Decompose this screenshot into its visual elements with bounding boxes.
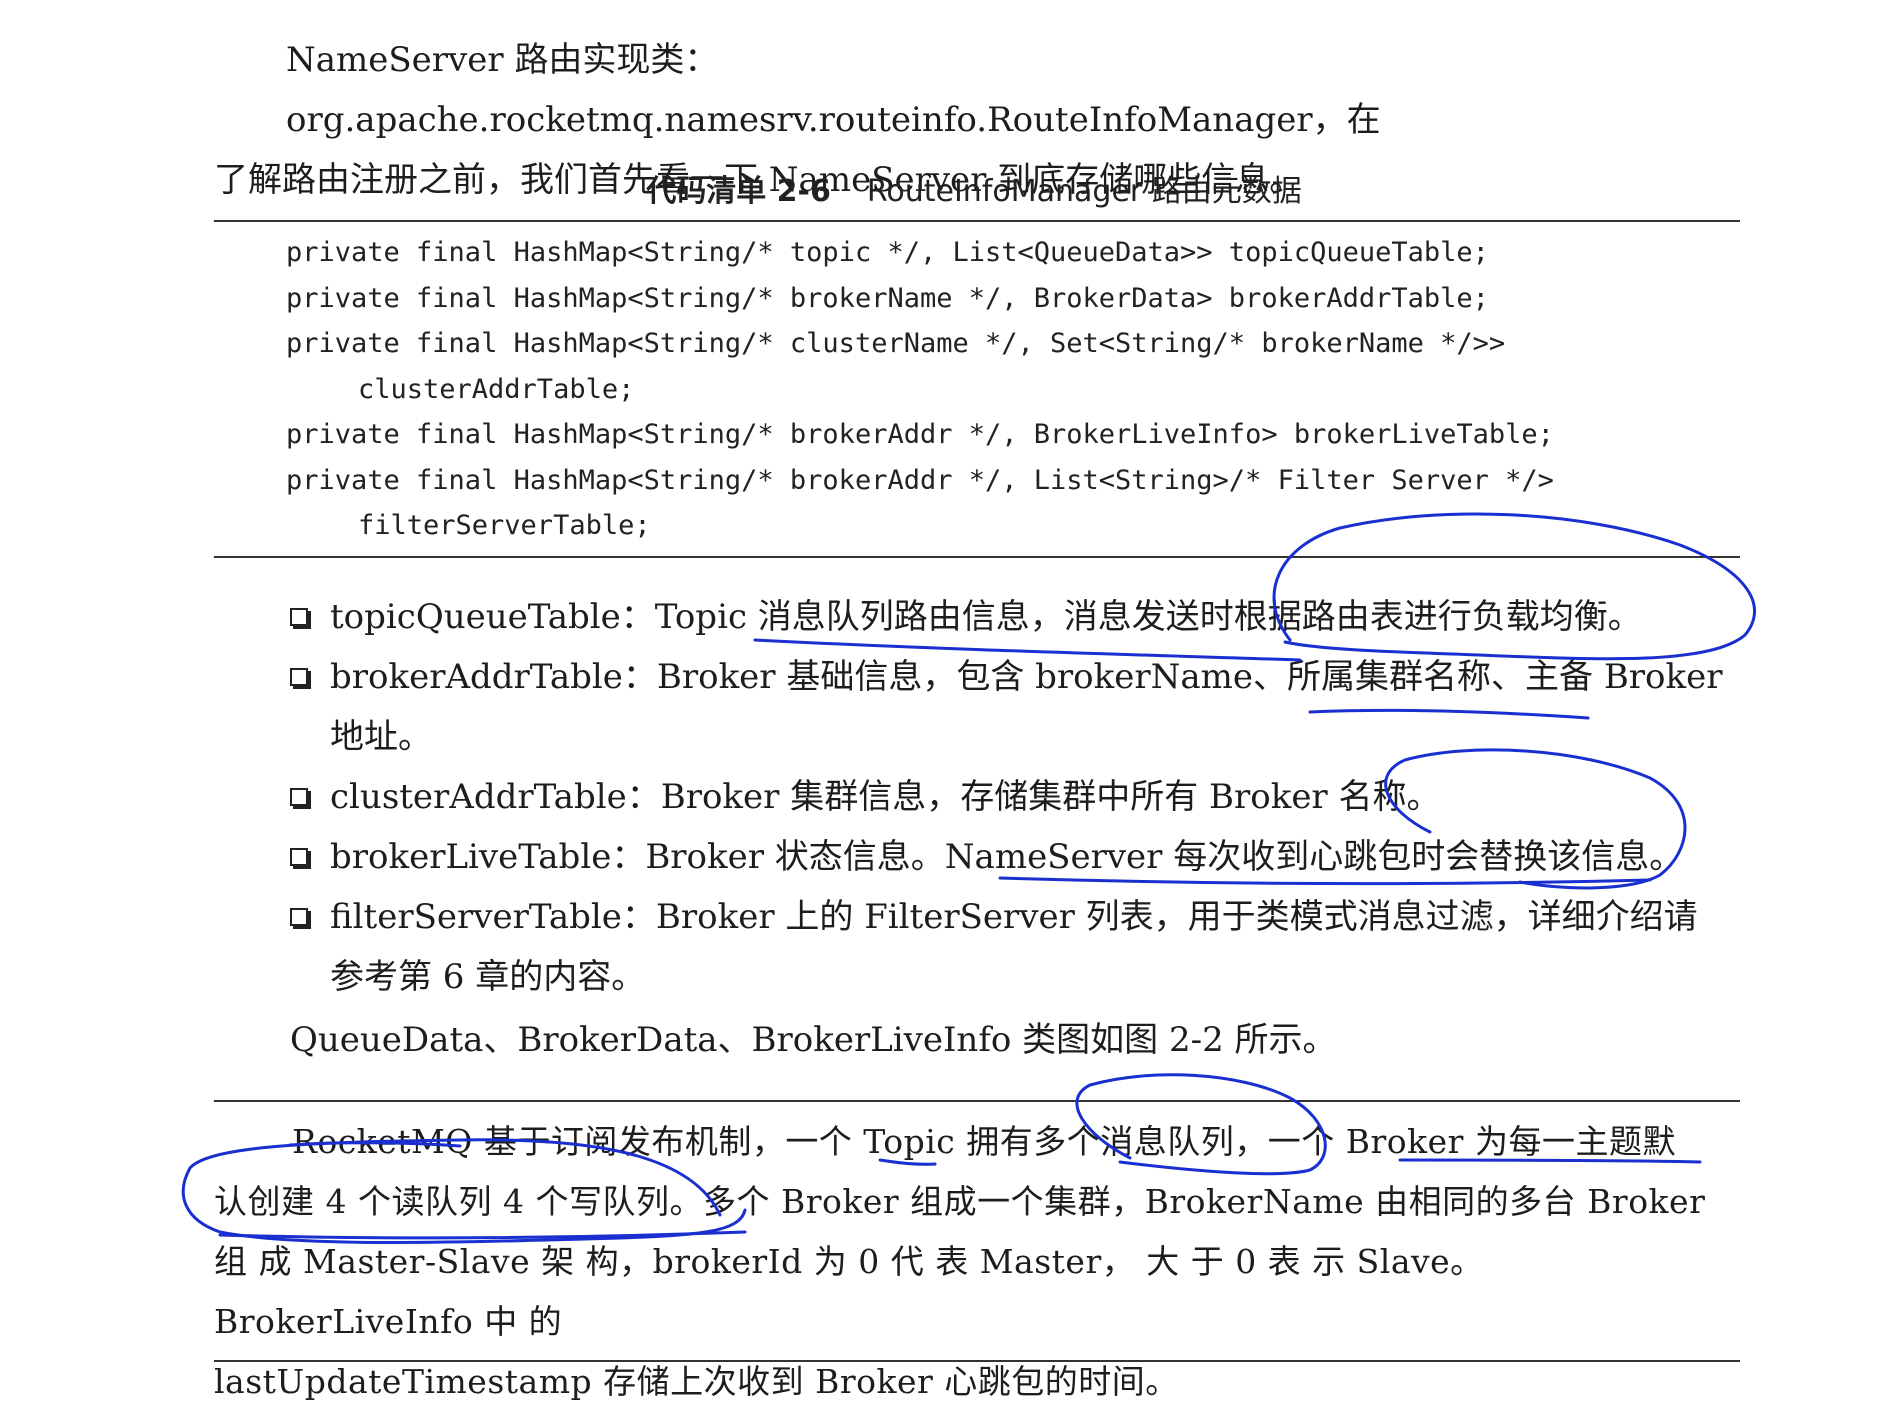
note-line-3: 组 成 Master-Slave 架 构，brokerId 为 0 代 表 Ma… <box>214 1242 1484 1341</box>
list-item: filterServerTable：Broker 上的 FilterServer… <box>286 887 1736 1007</box>
note-box: RocketMQ 基于订阅发布机制，一个 Topic 拥有多个消息队列，一个 B… <box>214 1112 1740 1412</box>
class-diagram-reference: QueueData、BrokerData、BrokerLiveInfo 类图如图… <box>290 1020 1337 1060</box>
list-item: topicQueueTable：Topic 消息队列路由信息，消息发送时根据路由… <box>286 587 1736 647</box>
intro-line-1: NameServer 路由实现类：org.apache.rocketmq.nam… <box>286 40 1381 140</box>
code-line: private final HashMap<String/* brokerNam… <box>286 282 1489 314</box>
listing-title: RouteInfoManager 路由元数据 <box>866 174 1302 209</box>
note-line-2: 认创建 4 个读队列 4 个写队列。多个 Broker 组成一个集群，Broke… <box>214 1182 1706 1221</box>
book-page: NameServer 路由实现类：org.apache.rocketmq.nam… <box>0 0 1883 1414</box>
note-bottom-rule <box>214 1360 1740 1362</box>
checkbox-bullet-icon <box>290 848 308 866</box>
checkbox-bullet-icon <box>290 788 308 806</box>
listing-caption: 代码清单 2-6 RouteInfoManager 路由元数据 <box>214 166 1734 210</box>
code-line: private final HashMap<String/* brokerAdd… <box>286 464 1554 496</box>
list-item: brokerLiveTable：Broker 状态信息。NameServer 每… <box>286 827 1736 887</box>
note-line-1: RocketMQ 基于订阅发布机制，一个 Topic 拥有多个消息队列，一个 B… <box>292 1122 1676 1161</box>
code-line: private final HashMap<String/* topic */,… <box>286 237 1489 268</box>
code-line: clusterAddrTable; <box>358 373 635 405</box>
listing-top-rule <box>214 220 1740 222</box>
listing-bottom-rule <box>214 556 1740 558</box>
note-top-rule <box>214 1100 1740 1102</box>
checkbox-bullet-icon <box>290 608 308 626</box>
field-description-list: topicQueueTable：Topic 消息队列路由信息，消息发送时根据路由… <box>286 587 1736 1007</box>
listing-number: 代码清单 2-6 <box>646 174 831 209</box>
checkbox-bullet-icon <box>290 668 308 686</box>
code-listing: private final HashMap<String/* topic */,… <box>214 230 1734 549</box>
code-line: filterServerTable; <box>358 510 651 541</box>
code-line: private final HashMap<String/* clusterNa… <box>286 328 1506 359</box>
code-line: private final HashMap<String/* brokerAdd… <box>286 419 1554 450</box>
list-item: clusterAddrTable：Broker 集群信息，存储集群中所有 Bro… <box>286 767 1736 827</box>
list-item: brokerAddrTable：Broker 基础信息，包含 brokerNam… <box>286 647 1736 767</box>
checkbox-bullet-icon <box>290 908 308 926</box>
